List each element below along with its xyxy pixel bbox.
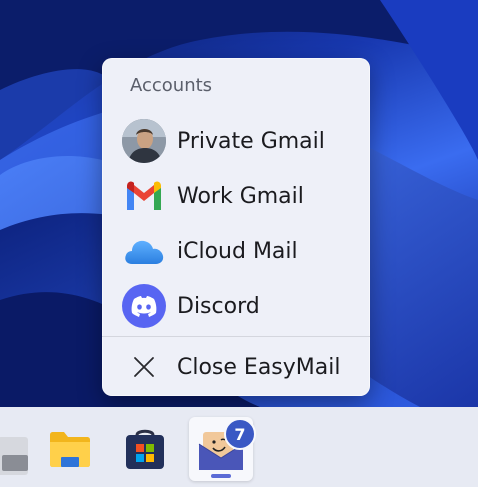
icloud-icon (122, 229, 166, 273)
menu-item-work-gmail[interactable]: Work Gmail (102, 172, 370, 220)
gmail-icon (122, 174, 166, 218)
file-explorer-icon[interactable] (38, 417, 102, 481)
discord-icon (122, 284, 166, 328)
menu-item-label: Work Gmail (177, 183, 304, 209)
menu-item-private-gmail[interactable]: Private Gmail (102, 117, 370, 165)
menu-item-label: Discord (177, 293, 260, 319)
close-icon (122, 345, 166, 389)
avatar (122, 119, 166, 163)
menu-item-discord[interactable]: Discord (102, 282, 370, 330)
menu-item-label: iCloud Mail (177, 238, 298, 264)
close-easymail-button[interactable]: Close EasyMail (102, 343, 370, 391)
menu-header: Accounts (130, 75, 213, 96)
notification-badge: 7 (224, 418, 256, 450)
accounts-menu: Accounts Private Gmail Work Gmail iCloud… (102, 58, 370, 396)
microsoft-store-icon[interactable] (113, 417, 177, 481)
active-indicator (211, 474, 231, 478)
close-label: Close EasyMail (177, 354, 341, 380)
menu-divider (102, 336, 370, 337)
menu-item-icloud-mail[interactable]: iCloud Mail (102, 227, 370, 275)
menu-item-label: Private Gmail (177, 128, 325, 154)
taskbar-partial-icon[interactable] (0, 423, 42, 487)
